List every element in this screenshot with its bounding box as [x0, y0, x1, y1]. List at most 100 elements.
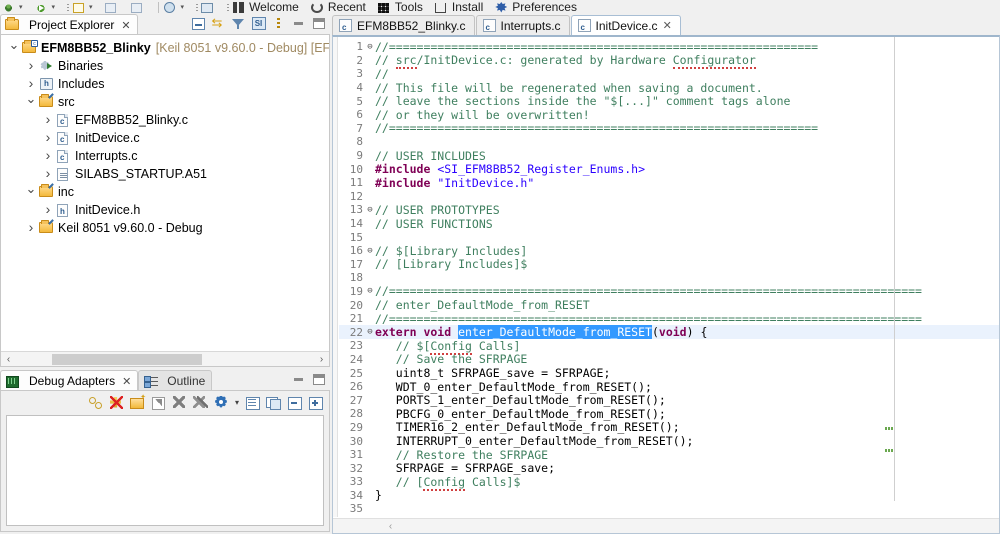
- new-file-button[interactable]: ▾: [70, 0, 93, 13]
- tree-item-src[interactable]: src: [1, 93, 329, 111]
- scroll-right-icon[interactable]: ›: [314, 352, 329, 367]
- code-line[interactable]: 29 TIMER16_2_enter_DefaultMode_from_RESE…: [339, 420, 999, 434]
- debug-button[interactable]: ▾: [0, 0, 23, 13]
- code-line[interactable]: 13 ⊖// USER PROTOTYPES: [339, 203, 999, 217]
- code-line[interactable]: 25 uint8_t SFRPAGE_save = SFRPAGE;: [339, 366, 999, 380]
- tree-item-silabs-startup-a51[interactable]: SILABS_STARTUP.A51: [1, 165, 329, 183]
- code-line[interactable]: 27 PORTS_1_enter_DefaultMode_from_RESET(…: [339, 393, 999, 407]
- code-line[interactable]: 28 PBCFG_0_enter_DefaultMode_from_RESET(…: [339, 407, 999, 421]
- chip-config-button[interactable]: [199, 0, 215, 13]
- chevron-right-icon[interactable]: [24, 220, 38, 236]
- link-with-editor-icon[interactable]: [211, 15, 226, 31]
- code-line[interactable]: 3 //: [339, 67, 999, 81]
- editor-tab-initdevice-c[interactable]: InitDevice.c ✕: [570, 15, 681, 35]
- code-line[interactable]: 9 // USER INCLUDES: [339, 149, 999, 163]
- source-editor[interactable]: 1 ⊖//====================================…: [332, 35, 1000, 534]
- fold-collapse-icon[interactable]: ⊖: [365, 327, 375, 337]
- maximize-icon[interactable]: [311, 372, 326, 387]
- fold-collapse-icon[interactable]: ⊖: [365, 286, 375, 296]
- scroll-left-icon[interactable]: ‹: [1, 352, 16, 367]
- disconnect-adapter-icon[interactable]: [192, 395, 208, 410]
- code-line[interactable]: 31 // Restore the SFRPAGE: [339, 448, 999, 462]
- debug-adapters-list[interactable]: [6, 415, 324, 526]
- maximize-icon[interactable]: [311, 16, 326, 31]
- code-line[interactable]: 22 ⊖ extern void enter_DefaultMode_from_RE…: [339, 325, 999, 340]
- save-all-button[interactable]: [129, 0, 145, 13]
- chevron-right-icon[interactable]: [41, 202, 55, 218]
- chevron-right-icon[interactable]: [41, 130, 55, 146]
- chevron-down-icon[interactable]: ▾: [89, 3, 93, 13]
- close-icon[interactable]: ✕: [122, 375, 131, 388]
- tools-button[interactable]: Tools: [376, 0, 423, 13]
- filter-icon[interactable]: [231, 16, 246, 31]
- code-line[interactable]: 4 // This file will be regenerated when s…: [339, 81, 999, 95]
- collapse-all-icon[interactable]: [191, 16, 206, 31]
- code-line[interactable]: 23 // $[Config Calls]: [339, 338, 999, 355]
- code-line[interactable]: 17 // [Library Includes]$: [339, 257, 999, 271]
- code-line[interactable]: 15: [339, 230, 999, 244]
- chevron-right-icon[interactable]: [41, 166, 55, 182]
- remove-adapter-icon[interactable]: [109, 395, 124, 410]
- welcome-button[interactable]: Welcome: [230, 0, 299, 13]
- save-button[interactable]: [103, 0, 119, 13]
- dropdown-caret-icon[interactable]: ▾: [235, 398, 239, 407]
- expand-all-icon[interactable]: [308, 395, 323, 410]
- code-line[interactable]: 11 #include "InitDevice.h": [339, 176, 999, 190]
- code-line[interactable]: 2 // src/InitDevice.c: generated by Hardw…: [339, 53, 999, 70]
- tree-item-initdevice-h[interactable]: InitDevice.h: [1, 201, 329, 219]
- tab-outline[interactable]: Outline: [138, 370, 213, 391]
- code-line[interactable]: 5 // leave the sections inside the "$[...…: [339, 94, 999, 108]
- code-line[interactable]: 35: [339, 502, 999, 516]
- code-line[interactable]: 14 // USER FUNCTIONS: [339, 217, 999, 231]
- chevron-down-icon[interactable]: ▾: [181, 3, 185, 13]
- minimize-icon[interactable]: [291, 16, 306, 31]
- project-tree-panel[interactable]: cEFM8BB52_Blinky [Keil 8051 v9.60.0 - Deb…: [0, 34, 330, 367]
- code-line[interactable]: 12: [339, 190, 999, 204]
- chevron-down-icon[interactable]: [24, 94, 38, 110]
- detail-view-icon[interactable]: [266, 395, 281, 410]
- tree-item-binaries[interactable]: Binaries: [1, 57, 329, 75]
- folding-column[interactable]: [333, 37, 338, 517]
- code-line[interactable]: 20 // enter_DefaultMode_from_RESET: [339, 298, 999, 312]
- code-line[interactable]: 30 INTERRUPT_0_enter_DefaultMode_from_RE…: [339, 434, 999, 448]
- code-line[interactable]: 19 ⊖//===================================…: [339, 284, 999, 298]
- run-button[interactable]: ▾: [33, 0, 56, 13]
- code-line[interactable]: 16 ⊖// $[Library Includes]: [339, 244, 999, 258]
- code-line[interactable]: 18: [339, 271, 999, 285]
- scrollbar-track[interactable]: [16, 353, 314, 365]
- tree-item-keil-8051-v9-60-0-debug[interactable]: Keil 8051 v9.60.0 - Debug: [1, 219, 329, 237]
- code-line[interactable]: 7 //=====================================…: [339, 121, 999, 135]
- chevron-down-icon[interactable]: ▾: [19, 3, 23, 13]
- view-menu-icon[interactable]: [271, 16, 286, 31]
- close-icon[interactable]: ✕: [121, 19, 130, 32]
- list-view-icon[interactable]: [245, 395, 260, 410]
- code-line[interactable]: 32 SFRPAGE = SFRPAGE_save;: [339, 461, 999, 475]
- editor-horizontal-scrollbar[interactable]: ‹: [333, 518, 999, 533]
- close-icon[interactable]: ✕: [663, 19, 672, 32]
- tab-project-explorer[interactable]: Project Explorer ✕: [0, 14, 138, 35]
- project-tree[interactable]: cEFM8BB52_Blinky [Keil 8051 v9.60.0 - Deb…: [1, 35, 329, 237]
- code-viewport[interactable]: 1 ⊖//====================================…: [333, 37, 999, 517]
- chevron-down-icon[interactable]: [7, 40, 21, 56]
- chevron-right-icon[interactable]: [24, 58, 38, 74]
- code-line[interactable]: 33 // [Config Calls]$: [339, 474, 999, 491]
- edit-adapter-icon[interactable]: [151, 395, 166, 410]
- code-line[interactable]: 8: [339, 135, 999, 149]
- tree-item-efm8bb52-blinky[interactable]: cEFM8BB52_Blinky [Keil 8051 v9.60.0 - Deb…: [1, 39, 329, 57]
- minimize-icon[interactable]: [291, 372, 306, 387]
- editor-tab-efm8bb52-blinky-c[interactable]: EFM8BB52_Blinky.c: [332, 15, 475, 35]
- code-lines[interactable]: 1 ⊖//====================================…: [339, 40, 999, 517]
- tab-debug-adapters[interactable]: Debug Adapters ✕: [0, 370, 139, 391]
- code-line[interactable]: 10 #include <SI_EFM8BB52_Register_Enums.h…: [339, 162, 999, 176]
- tree-item-interrupts-c[interactable]: Interrupts.c: [1, 147, 329, 165]
- code-line[interactable]: 21 //====================================…: [339, 312, 999, 326]
- code-line[interactable]: 1 ⊖//====================================…: [339, 40, 999, 54]
- delete-adapter-icon[interactable]: [172, 395, 187, 410]
- chevron-down-icon[interactable]: [24, 184, 38, 200]
- tree-horizontal-scrollbar[interactable]: ‹ ›: [1, 351, 329, 366]
- tree-item-efm8bb52-blinky-c[interactable]: EFM8BB52_Blinky.c: [1, 111, 329, 129]
- tree-item-inc[interactable]: inc: [1, 183, 329, 201]
- scroll-left-icon[interactable]: ‹: [383, 519, 398, 534]
- chevron-down-icon[interactable]: ▾: [52, 3, 56, 13]
- install-button[interactable]: Install: [433, 0, 483, 13]
